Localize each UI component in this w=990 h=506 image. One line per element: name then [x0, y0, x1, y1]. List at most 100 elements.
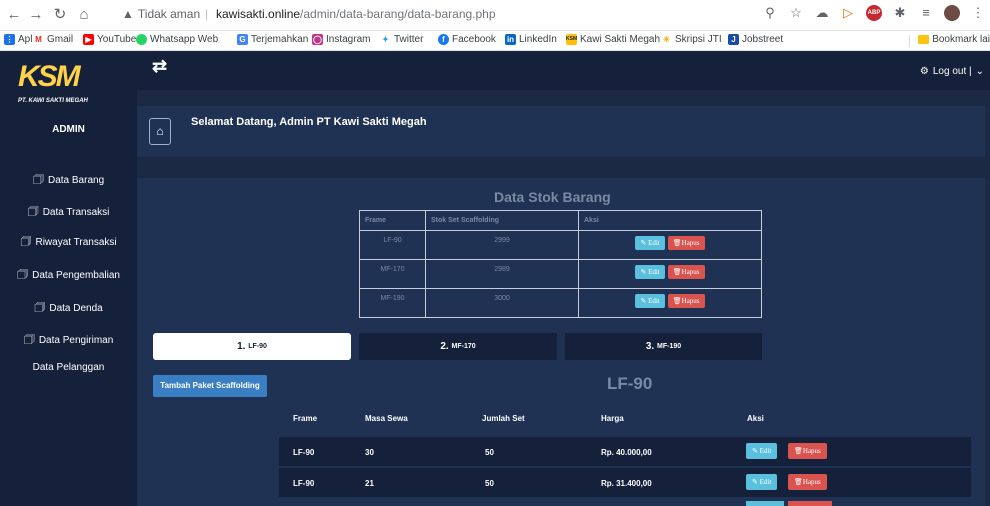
- bookmark-separator: [909, 35, 910, 47]
- delete-button[interactable]: 🗑Hapus: [788, 443, 827, 459]
- bookmark-facebook[interactable]: f Facebook: [438, 34, 496, 45]
- sidebar-item-data-pengembalian[interactable]: 🗇 Data Pengembalian: [0, 265, 137, 286]
- puzzle-icon[interactable]: ✱: [892, 5, 908, 21]
- cell-harga: Rp. 40.000,00: [601, 448, 652, 457]
- youtube-icon: ▶: [83, 34, 94, 45]
- cell-masa-sewa: 30: [365, 448, 374, 457]
- column-header: Jumlah Set: [482, 414, 525, 423]
- edit-button[interactable]: ✎ Edit: [635, 236, 665, 250]
- menu-icon[interactable]: ⋮: [970, 5, 986, 21]
- forward-arrow-icon[interactable]: →: [26, 6, 46, 24]
- cell-stok: 2989: [425, 259, 579, 289]
- add-paket-button[interactable]: Tambah Paket Scaffolding: [153, 375, 267, 397]
- menu-toggle-icon[interactable]: ⇄: [152, 56, 167, 77]
- cell-jumlah-set: 50: [485, 448, 494, 457]
- cell-stok: 3000: [425, 288, 579, 318]
- profile-avatar[interactable]: [944, 5, 960, 21]
- home-icon[interactable]: ⌂: [74, 6, 94, 24]
- instagram-icon: ◯: [312, 34, 323, 45]
- delete-button[interactable]: 🗑Hapus: [667, 236, 705, 250]
- back-arrow-icon[interactable]: ←: [4, 6, 24, 24]
- bookmark-kawi-sakti[interactable]: KSM Kawi Sakti Megah: [566, 34, 660, 45]
- bookmark-translate[interactable]: G Terjemahkan: [237, 34, 308, 45]
- jobstreet-icon: J: [728, 34, 739, 45]
- folder-icon: 🗇: [32, 172, 44, 186]
- bookmark-linkedin[interactable]: in LinkedIn: [505, 34, 557, 45]
- table-row: LF-90 2999 ✎ Edit 🗑Hapus: [359, 230, 762, 260]
- edit-button[interactable]: ✎ Edit: [635, 265, 665, 279]
- stok-title: Data Stok Barang: [494, 189, 611, 205]
- folder-icon: 🗇: [17, 267, 29, 281]
- paket-title: LF-90: [607, 374, 653, 393]
- linkedin-icon: in: [505, 34, 516, 45]
- table-row: MF-190 3000 ✎ Edit 🗑Hapus: [359, 288, 762, 318]
- bookmark-other[interactable]: Bookmark lai: [918, 34, 990, 45]
- column-header: Aksi: [747, 414, 764, 423]
- sidebar-item-data-denda[interactable]: 🗇 Data Denda: [0, 298, 137, 319]
- warning-icon: ▲: [122, 7, 134, 21]
- bookmark-twitter[interactable]: ✦ Twitter: [380, 34, 423, 45]
- home-icon[interactable]: ⌂: [149, 118, 171, 145]
- bookmark-gmail[interactable]: M Gmail: [33, 34, 73, 45]
- ksm-logo[interactable]: KSM PT. KAWI SAKTI MEGAH: [14, 58, 110, 108]
- browser-toolbar: ← → ↻ ⌂ ▲ Tidak aman | kawisakti.online/a…: [0, 0, 990, 31]
- cloud-extension-icon[interactable]: ☁: [814, 5, 830, 21]
- bookmark-youtube[interactable]: ▶ YouTube: [83, 34, 136, 45]
- skripsi-icon: ✳: [661, 34, 672, 45]
- bookmark-skripsi[interactable]: ✳ Skripsi JTI: [661, 34, 722, 45]
- whatsapp-icon: [136, 34, 147, 45]
- folder-icon: 🗇: [23, 332, 35, 346]
- star-icon[interactable]: ☆: [788, 5, 804, 21]
- column-header: Harga: [601, 414, 624, 423]
- cell-frame: MF-190: [359, 288, 426, 318]
- cell-masa-sewa: 21: [365, 479, 374, 488]
- cell-stok: 2999: [425, 230, 579, 260]
- browser-extensions: ⚲ ☆ ☁ ▷ ABP ✱ ≡ ⋮: [762, 5, 986, 21]
- logout-menu[interactable]: ⚙ Log out | ⌄: [920, 66, 984, 77]
- gmail-icon: M: [33, 34, 44, 45]
- column-header: Frame: [359, 210, 426, 231]
- chevron-down-icon: ⌄: [975, 66, 984, 77]
- address-bar[interactable]: kawisakti.online/admin/data-barang/data-…: [216, 7, 496, 21]
- edit-button[interactable]: ✎ Edit: [635, 294, 665, 308]
- edit-button[interactable]: [746, 501, 784, 506]
- delete-button[interactable]: [788, 501, 832, 506]
- app-topbar: [0, 52, 990, 90]
- reload-icon[interactable]: ↻: [50, 6, 70, 24]
- cell-jumlah-set: 50: [485, 479, 494, 488]
- bookmark-whatsapp[interactable]: Whatsapp Web: [136, 34, 218, 45]
- cell-frame: LF-90: [293, 448, 315, 457]
- url-path: /admin/data-barang/data-barang.php: [300, 7, 496, 21]
- sidebar-item-data-barang[interactable]: 🗇 Data Barang: [0, 170, 137, 191]
- zoom-icon[interactable]: ⚲: [762, 5, 778, 21]
- play-extension-icon[interactable]: ▷: [840, 5, 856, 21]
- delete-button[interactable]: 🗑Hapus: [667, 294, 705, 308]
- media-icon[interactable]: ≡: [918, 5, 934, 21]
- bookmark-apps[interactable]: ⋮ Apl: [4, 34, 32, 45]
- tab-mf-190[interactable]: 3. MF-190: [565, 333, 762, 360]
- delete-button[interactable]: 🗑Hapus: [667, 265, 705, 279]
- sidebar-item-data-pelanggan[interactable]: Data Pelanggan: [0, 362, 137, 373]
- delete-button[interactable]: 🗑Hapus: [788, 474, 827, 490]
- edit-button[interactable]: ✎ Edit: [746, 443, 778, 459]
- cell-frame: MF-170: [359, 259, 426, 289]
- ksm-icon: KSM: [566, 34, 577, 45]
- edit-button[interactable]: ✎ Edit: [746, 474, 778, 490]
- welcome-panel: [137, 106, 985, 157]
- column-header: Masa Sewa: [365, 414, 408, 423]
- bookmark-jobstreet[interactable]: J Jobstreet: [728, 34, 783, 45]
- tab-lf-90[interactable]: 1. LF-90: [153, 333, 351, 360]
- tab-mf-170[interactable]: 2. MF-170: [359, 333, 557, 360]
- sidebar-item-data-transaksi[interactable]: 🗇 Data Transaksi: [0, 202, 137, 223]
- sidebar-item-riwayat-transaksi[interactable]: 🗇 Riwayat Transaksi: [0, 232, 137, 253]
- security-indicator[interactable]: ▲ Tidak aman: [122, 7, 200, 21]
- bookmarks-bar: ⋮ Apl M Gmail ▶ YouTube Whatsapp Web G Terje…: [0, 31, 990, 51]
- folder-icon: [918, 35, 930, 44]
- facebook-icon: f: [438, 34, 449, 45]
- adblock-icon[interactable]: ABP: [866, 5, 882, 21]
- bookmark-instagram[interactable]: ◯ Instagram: [312, 34, 370, 45]
- cell-frame: LF-90: [293, 479, 315, 488]
- welcome-text: Selamat Datang, Admin PT Kawi Sakti Mega…: [191, 116, 427, 128]
- sidebar-item-data-pengiriman[interactable]: 🗇 Data Pengiriman: [0, 330, 137, 351]
- apps-icon: ⋮: [4, 34, 15, 45]
